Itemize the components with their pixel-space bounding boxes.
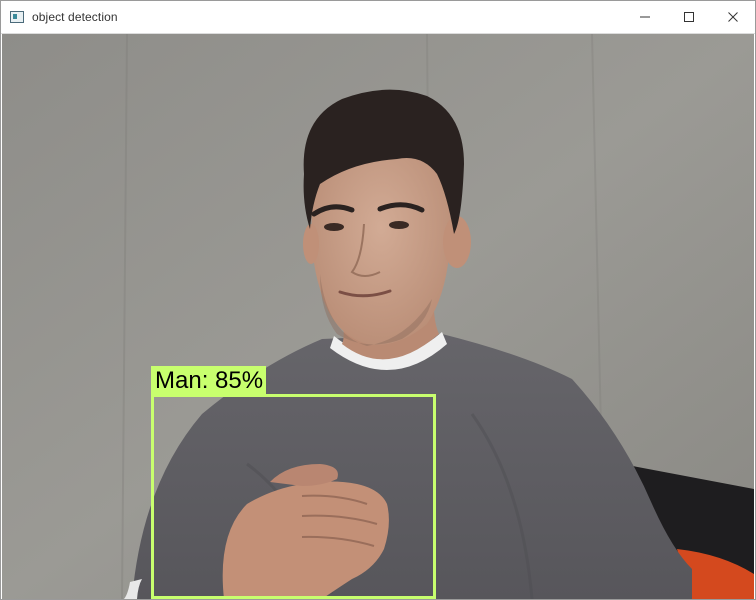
title-bar[interactable]: object detection (1, 1, 755, 34)
minimize-icon (640, 16, 650, 18)
close-button[interactable] (711, 1, 755, 34)
maximize-button[interactable] (667, 1, 711, 34)
maximize-icon (684, 12, 694, 22)
app-window: object detection Man: 85% (0, 0, 756, 600)
camera-feed: Man: 85% (2, 34, 754, 599)
app-window-icon (10, 11, 24, 23)
minimize-button[interactable] (623, 1, 667, 34)
window-title: object detection (32, 10, 118, 24)
detection-label: Man: 85% (151, 366, 267, 396)
close-icon (728, 12, 738, 22)
detection-bounding-box (151, 394, 436, 599)
